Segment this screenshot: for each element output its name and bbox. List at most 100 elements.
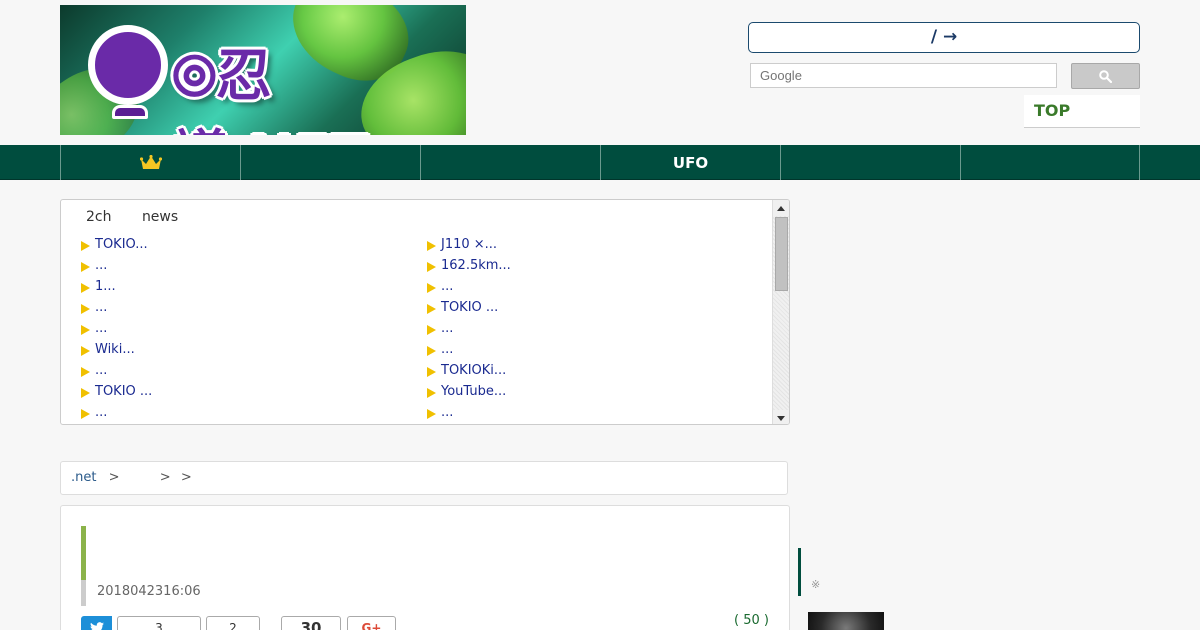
- news-link[interactable]: ...: [427, 276, 511, 297]
- news-link[interactable]: TOKIO...: [81, 234, 152, 255]
- bullet-triangle-icon: [81, 409, 90, 419]
- site-logo[interactable]: ⦾忍議.NET: [60, 5, 466, 135]
- sidebar-thumbnail[interactable]: [808, 612, 884, 630]
- bullet-triangle-icon: [427, 304, 436, 314]
- search-icon: [1099, 69, 1112, 83]
- bullet-triangle-icon: [427, 241, 436, 251]
- news-link[interactable]: ...: [427, 339, 511, 360]
- news-link[interactable]: ...: [81, 318, 152, 339]
- bullet-triangle-icon: [427, 346, 436, 356]
- bullet-triangle-icon: [427, 367, 436, 377]
- google-plus-button[interactable]: G+: [347, 616, 396, 630]
- news-link-text: ...: [95, 258, 108, 273]
- news-link-text: ...: [95, 300, 108, 315]
- twitter-share-count[interactable]: 3: [117, 616, 201, 630]
- news-link-text: TOKIO ...: [95, 384, 153, 399]
- post-date: 2018042316:06: [97, 584, 201, 599]
- bullet-triangle-icon: [427, 388, 436, 398]
- bullet-triangle-icon: [427, 409, 436, 419]
- news-link-text: Wiki...: [95, 342, 135, 357]
- news-feed-box: 2ch news TOKIO... ... 1... ... ... Wiki.…: [60, 199, 790, 425]
- search-title: / →: [748, 22, 1140, 53]
- news-link-text: 162.5km...: [441, 258, 511, 273]
- crown-icon: [139, 154, 162, 169]
- bullet-triangle-icon: [81, 367, 90, 377]
- nav-item-3[interactable]: [420, 145, 600, 180]
- news-link-text: ...: [95, 321, 108, 336]
- bullet-triangle-icon: [81, 241, 90, 251]
- nav-item-5[interactable]: [780, 145, 960, 180]
- sidebar-accent-bar: [798, 548, 801, 596]
- news-link-text: ...: [95, 363, 108, 378]
- scroll-up-arrow-icon[interactable]: [773, 200, 789, 216]
- nav-label: UFO: [672, 153, 709, 172]
- scroll-down-arrow-icon[interactable]: [773, 410, 789, 424]
- comment-count[interactable]: ( 50 ): [734, 613, 769, 628]
- twitter-share-button[interactable]: [81, 616, 112, 630]
- scroll-thumb[interactable]: [775, 217, 788, 291]
- news-link-text: ...: [441, 279, 454, 294]
- news-link-text: ...: [441, 342, 454, 357]
- main-nav: UFO: [0, 145, 1200, 180]
- search-button[interactable]: [1071, 63, 1140, 89]
- news-link[interactable]: ...: [81, 297, 152, 318]
- article-card: 2018042316:06 3 2 30 G+ ( 50 ): [60, 505, 790, 630]
- news-column-left: TOKIO... ... 1... ... ... Wiki... ... TO…: [81, 234, 152, 423]
- news-link[interactable]: ...: [81, 255, 152, 276]
- bullet-triangle-icon: [427, 262, 436, 272]
- news-link[interactable]: TOKIO ...: [81, 381, 152, 402]
- news-link-text: TOKIO...: [95, 237, 148, 252]
- news-link-text: YouTube...: [441, 384, 507, 399]
- logo-text: ⦾忍議.NET: [172, 44, 369, 135]
- news-link[interactable]: 162.5km...: [427, 255, 511, 276]
- bullet-triangle-icon: [81, 346, 90, 356]
- news-tab-news[interactable]: news: [142, 209, 178, 225]
- facebook-like-count[interactable]: 30: [281, 616, 341, 630]
- globe-icon: [88, 25, 168, 105]
- news-link-text: ...: [441, 321, 454, 336]
- breadcrumb-separator: >: [108, 470, 120, 485]
- bullet-triangle-icon: [81, 388, 90, 398]
- breadcrumb-separator: >: [180, 470, 192, 485]
- bullet-triangle-icon: [81, 283, 90, 293]
- news-link[interactable]: TOKIO ...: [427, 297, 511, 318]
- news-link[interactable]: ...: [81, 402, 152, 423]
- top-link[interactable]: TOP: [1024, 95, 1140, 128]
- nav-item-2[interactable]: [240, 145, 420, 180]
- news-column-right: J110 ×... 162.5km... ... TOKIO ... ... .…: [427, 234, 511, 423]
- nav-item-ufo[interactable]: UFO: [600, 145, 780, 180]
- news-link[interactable]: YouTube...: [427, 381, 511, 402]
- news-header: 2ch news: [86, 209, 204, 225]
- nav-item-ranking[interactable]: [60, 145, 240, 180]
- news-scrollbar[interactable]: [772, 200, 789, 424]
- title-accent-bar: [81, 526, 86, 580]
- news-link[interactable]: ...: [427, 318, 511, 339]
- news-link-text: ...: [95, 405, 108, 420]
- twitter-bird-icon: [90, 622, 104, 630]
- sidebar-note: ※: [811, 578, 821, 591]
- news-link[interactable]: ...: [81, 360, 152, 381]
- news-link-text: TOKIO ...: [441, 300, 499, 315]
- breadcrumb: .net > > >: [60, 461, 788, 495]
- globe-stand-icon: [112, 105, 148, 119]
- news-tab-2ch[interactable]: 2ch: [86, 209, 111, 225]
- news-link-text: J110 ×...: [441, 237, 498, 252]
- search-input[interactable]: [750, 63, 1057, 88]
- news-link[interactable]: TOKIOKi...: [427, 360, 511, 381]
- news-link[interactable]: ...: [427, 402, 511, 423]
- nav-item-6[interactable]: [960, 145, 1140, 180]
- news-link[interactable]: Wiki...: [81, 339, 152, 360]
- date-accent-bar: [81, 580, 86, 606]
- news-link-text: TOKIOKi...: [441, 363, 507, 378]
- news-link[interactable]: 1...: [81, 276, 152, 297]
- news-link-text: ...: [441, 405, 454, 420]
- bullet-triangle-icon: [427, 325, 436, 335]
- hatena-bookmark-count[interactable]: 2: [206, 616, 260, 630]
- bullet-triangle-icon: [81, 304, 90, 314]
- bullet-triangle-icon: [81, 325, 90, 335]
- bullet-triangle-icon: [81, 262, 90, 272]
- breadcrumb-separator: >: [159, 470, 171, 485]
- breadcrumb-home[interactable]: .net: [71, 470, 96, 485]
- bullet-triangle-icon: [427, 283, 436, 293]
- news-link[interactable]: J110 ×...: [427, 234, 511, 255]
